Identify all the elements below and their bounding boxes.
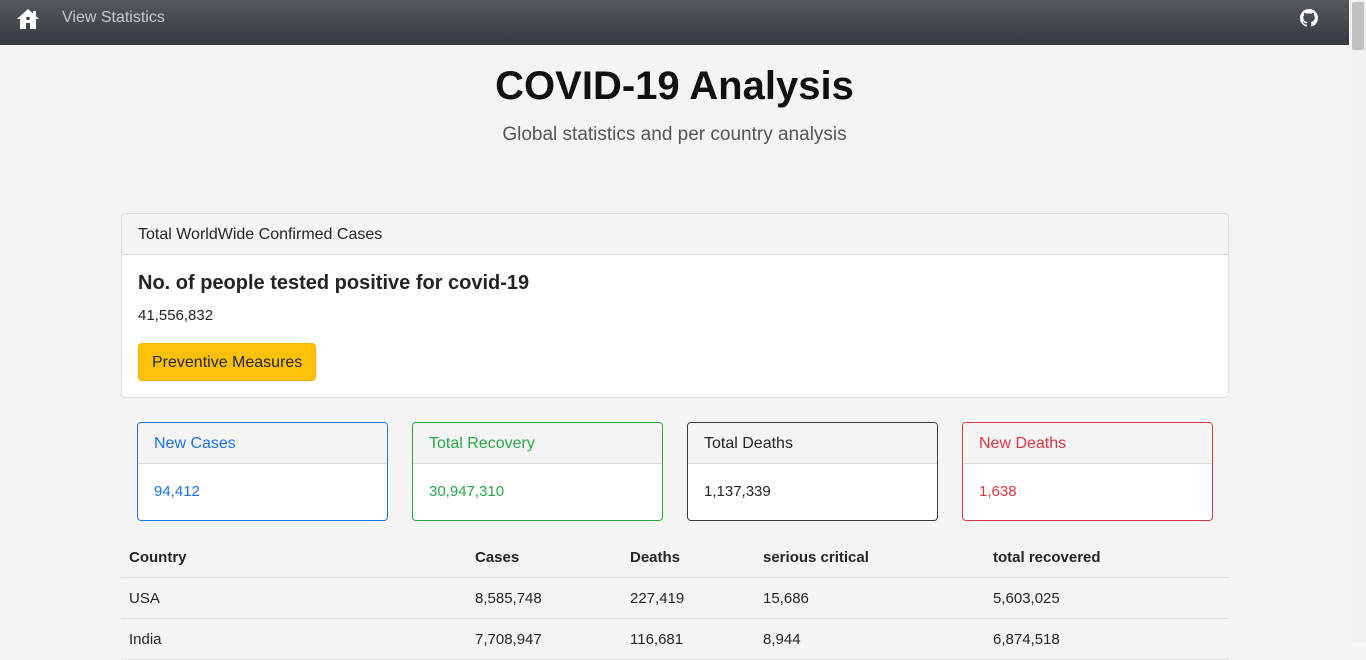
card-header: Total WorldWide Confirmed Cases	[122, 214, 1228, 255]
column-header-total-recovered: total recovered	[985, 538, 1229, 578]
confirmed-cases-value: 41,556,832	[138, 307, 214, 324]
table-row: USA 8,585,748 227,419 15,686 5,603,025	[121, 577, 1229, 619]
table-header-row: Country Cases Deaths serious critical to…	[121, 538, 1229, 578]
table-cell: 7,708,947	[467, 618, 622, 660]
table-row: India 7,708,947 116,681 8,944 6,874,518	[121, 618, 1229, 660]
navbar: View Statistics	[0, 0, 1349, 45]
column-header-country: Country	[121, 538, 467, 578]
column-header-cases: Cases	[467, 538, 622, 578]
new-deaths-label: New Deaths	[963, 423, 1212, 464]
page-title: COVID-19 Analysis	[495, 64, 854, 108]
nav-view-statistics-link[interactable]: View Statistics	[62, 9, 165, 27]
table-cell: USA	[121, 577, 467, 619]
total-recovery-card: Total Recovery 30,947,310	[412, 422, 663, 521]
table-cell: 8,585,748	[467, 577, 622, 619]
home-icon[interactable]	[16, 8, 40, 30]
table-cell: India	[121, 618, 467, 660]
total-recovery-value: 30,947,310	[429, 483, 505, 500]
github-icon[interactable]	[1300, 9, 1318, 27]
table-cell: 227,419	[622, 577, 755, 619]
worldwide-cases-card: Total WorldWide Confirmed Cases No. of p…	[121, 213, 1229, 398]
new-deaths-card: New Deaths 1,638	[962, 422, 1213, 521]
total-recovery-label: Total Recovery	[413, 423, 662, 464]
scrollbar[interactable]	[1349, 0, 1366, 642]
new-cases-card: New Cases 94,412	[137, 422, 388, 521]
table-cell: 5,603,025	[985, 577, 1229, 619]
table-cell: 8,944	[755, 618, 985, 660]
total-deaths-label: Total Deaths	[688, 423, 937, 464]
table-cell: 6,874,518	[985, 618, 1229, 660]
preventive-measures-button[interactable]: Preventive Measures	[138, 343, 317, 381]
page-subtitle: Global statistics and per country analys…	[502, 124, 847, 145]
total-deaths-value: 1,137,339	[704, 483, 771, 500]
scrollbar-thumb[interactable]	[1352, 2, 1364, 50]
new-deaths-value: 1,638	[979, 483, 1017, 500]
new-cases-label: New Cases	[138, 423, 387, 464]
column-header-serious-critical: serious critical	[755, 538, 985, 578]
table-cell: 116,681	[622, 618, 755, 660]
table-cell: 15,686	[755, 577, 985, 619]
card-title: No. of people tested positive for covid-…	[138, 272, 530, 294]
new-cases-value: 94,412	[154, 483, 200, 500]
total-deaths-card: Total Deaths 1,137,339	[687, 422, 938, 521]
column-header-deaths: Deaths	[622, 538, 755, 578]
